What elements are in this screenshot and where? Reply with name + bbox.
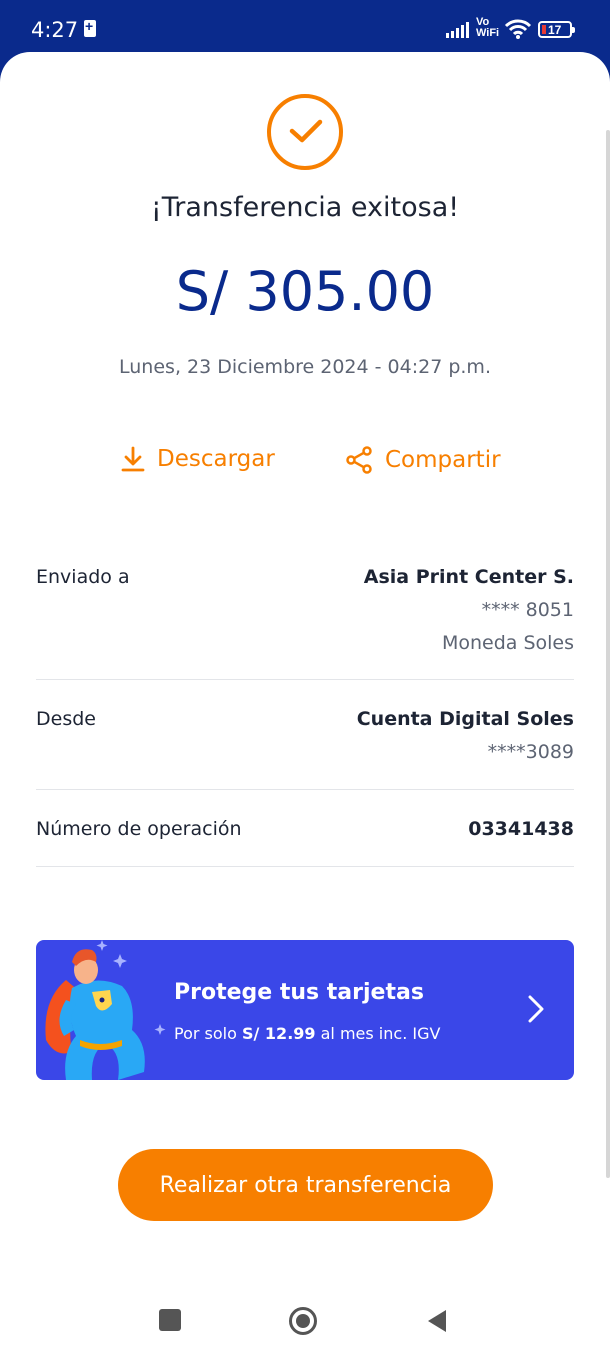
battery-saver-icon [84,18,96,37]
share-label: Compartir [385,447,501,473]
from-label: Desde [36,708,96,730]
receipt-card: ¡Transferencia exitosa! S/ 305.00 Lunes,… [0,52,610,1356]
system-nav-bar [0,1268,610,1356]
divider [36,866,574,867]
download-button[interactable]: Descargar [121,446,275,472]
divider [36,789,574,790]
share-icon [346,446,372,474]
card-protection-promo-banner[interactable]: Protege tus tarjetas Por solo S/ 12.99 a… [36,940,574,1080]
recent-apps-icon[interactable] [159,1309,181,1331]
download-icon [121,446,145,472]
chevron-right-icon [528,995,544,1023]
clock: 4:27 [31,18,79,42]
battery-icon: 17 [538,21,575,38]
recipient-currency: Moneda Soles [441,632,574,654]
recipient-name: Asia Print Center S. [363,566,574,588]
sent-to-label: Enviado a [36,566,130,588]
home-icon[interactable] [288,1306,318,1336]
recipient-account: **** 8051 [481,599,574,621]
transfer-amount: S/ 305.00 [175,260,435,323]
divider [36,679,574,680]
success-check-icon [267,94,343,170]
wifi-icon [504,19,532,39]
promo-title: Protege tus tarjetas [174,980,424,1005]
promo-price: S/ 12.99 [241,1024,316,1043]
cellular-signal-icon [446,22,469,38]
promo-subtitle: Por solo S/ 12.99 al mes inc. IGV [174,1024,441,1043]
from-row: Desde Cuenta Digital Soles ****3089 [36,708,574,768]
sent-to-row: Enviado a Asia Print Center S. **** 8051… [36,566,574,656]
success-title: ¡Transferencia exitosa! [150,192,460,223]
operation-number: 03341438 [468,818,574,840]
vowifi-indicator: Vo WiFi [476,16,500,39]
new-transfer-button[interactable]: Realizar otra transferencia [118,1149,493,1221]
source-account-name: Cuenta Digital Soles [356,708,574,730]
superhero-illustration [45,940,166,1080]
status-bar: 4:27 Vo WiFi 17 [0,0,610,56]
share-button[interactable]: Compartir [345,446,501,474]
download-label: Descargar [157,446,275,472]
back-icon[interactable] [426,1309,448,1333]
source-account-number: ****3089 [487,741,574,763]
operation-label: Número de operación [36,818,242,840]
transfer-datetime: Lunes, 23 Diciembre 2024 - 04:27 p.m. [119,356,491,378]
operation-row: Número de operación 03341438 [36,818,574,848]
